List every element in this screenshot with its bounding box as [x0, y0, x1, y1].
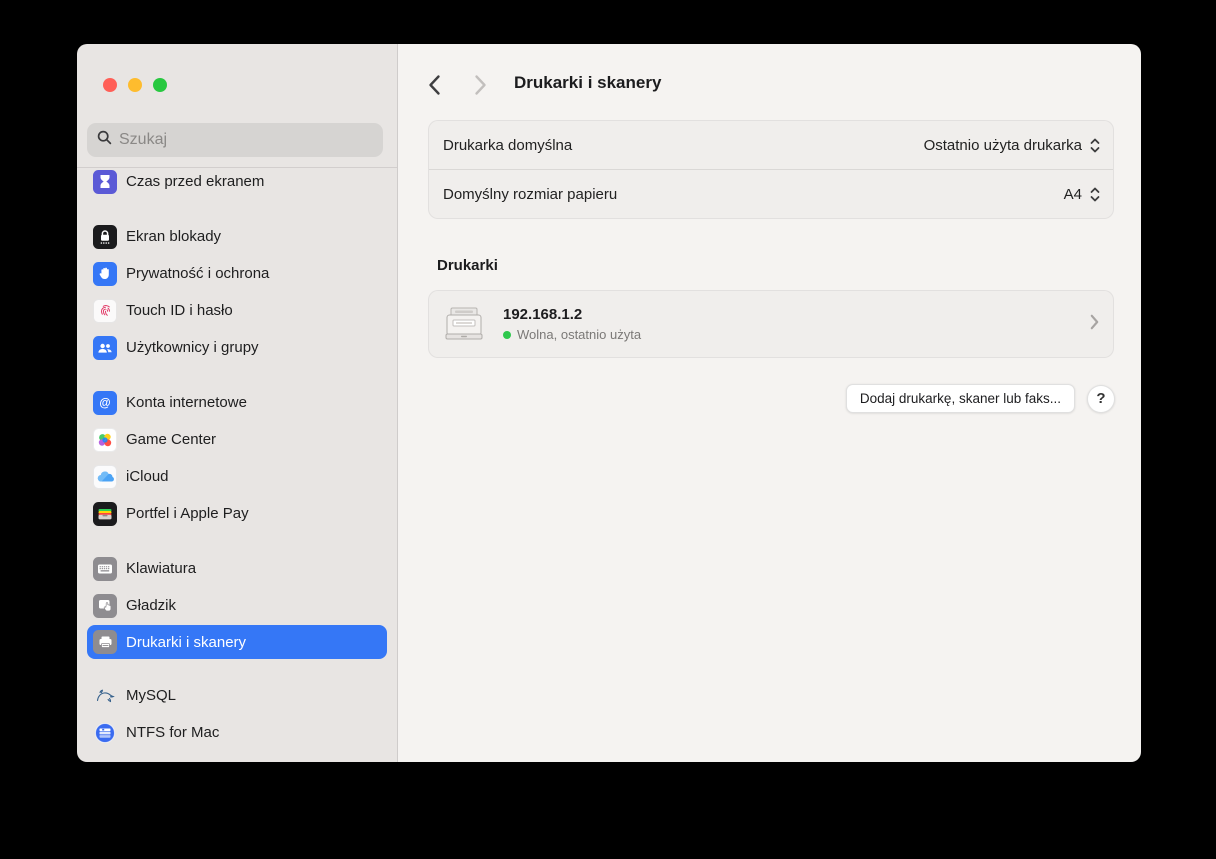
page-title: Drukarki i skanery: [514, 73, 662, 92]
fingerprint-icon: [93, 298, 117, 323]
default-paper-row: Domyślny rozmiar papieru A4: [429, 169, 1113, 218]
dolphin-icon: [93, 684, 117, 708]
sidebar-item-prywatnosc-i-ochrona[interactable]: Prywatność i ochrona: [87, 255, 387, 292]
sidebar-item-label: Game Center: [126, 431, 217, 448]
forward-chevron-icon[interactable]: [468, 72, 492, 98]
default-printer-label: Drukarka domyślna: [443, 136, 573, 154]
minimize-window-button[interactable]: [128, 78, 142, 92]
disk-icon: [93, 721, 117, 745]
search-icon: [97, 130, 112, 150]
sidebar-item-konta-internetowe[interactable]: @ Konta internetowe: [87, 384, 387, 421]
sidebar-item-label: Ekran blokady: [126, 228, 222, 245]
actions-row: Dodaj drukarkę, skaner lub faks... ?: [845, 384, 1115, 413]
sidebar-item-uzytkownicy-i-grupy[interactable]: Użytkownicy i grupy: [87, 329, 387, 366]
sidebar-item-ntfs-for-mac[interactable]: NTFS for Mac: [87, 714, 387, 751]
printer-row[interactable]: 192.168.1.2 Wolna, ostatnio użyta: [428, 290, 1114, 358]
sidebar-item-label: Gładzik: [126, 597, 177, 614]
add-printer-button[interactable]: Dodaj drukarkę, skaner lub faks...: [845, 384, 1075, 413]
sidebar-list: Czas przed ekranem Ekran blokady Prywatn…: [77, 167, 397, 762]
sidebar-item-game-center[interactable]: Game Center: [87, 421, 387, 458]
sidebar-item-gladzik[interactable]: Gładzik: [87, 587, 387, 624]
printer-icon: [93, 630, 117, 654]
at-icon: @: [93, 390, 117, 415]
printer-device-icon: [443, 304, 485, 344]
default-printer-row: Drukarka domyślna Ostatnio użyta drukark…: [429, 121, 1113, 169]
default-paper-label: Domyślny rozmiar papieru: [443, 185, 618, 203]
search-input[interactable]: Szukaj: [87, 123, 383, 157]
printer-status-text: Wolna, ostatnio użyta: [517, 327, 642, 342]
default-printer-select[interactable]: [1089, 137, 1101, 154]
nav-controls: [422, 72, 492, 98]
default-paper-select[interactable]: [1089, 186, 1101, 203]
sidebar-item-touch-id-i-haslo[interactable]: Touch ID i hasło: [87, 292, 387, 329]
defaults-card: Drukarka domyślna Ostatnio użyta drukark…: [428, 120, 1114, 219]
status-dot-icon: [503, 330, 511, 339]
sidebar-item-label: Czas przed ekranem: [126, 173, 265, 190]
system-settings-window: Szukaj Czas przed ekranem Ekran blokady: [77, 44, 1141, 762]
sidebar-item-label: Portfel i Apple Pay: [126, 505, 249, 522]
sidebar-item-label: Użytkownicy i grupy: [126, 339, 259, 356]
sidebar-item-label: NTFS for Mac: [126, 724, 220, 741]
printer-name: 192.168.1.2: [503, 306, 583, 323]
sidebar-item-label: MySQL: [126, 687, 177, 704]
traffic-lights: [103, 78, 167, 92]
sidebar-item-label: Klawiatura: [126, 560, 197, 577]
default-paper-value: A4: [1063, 185, 1082, 203]
hourglass-icon: [93, 169, 117, 194]
sidebar-item-portfel-i-apple-pay[interactable]: Portfel i Apple Pay: [87, 495, 387, 532]
sidebar-item-czas-przed-ekranem[interactable]: Czas przed ekranem: [87, 168, 387, 200]
sidebar-item-mysql[interactable]: MySQL: [87, 677, 387, 714]
sidebar-item-klawiatura[interactable]: Klawiatura: [87, 550, 387, 587]
wallet-icon: [93, 501, 117, 526]
sidebar-item-drukarki-i-skanery[interactable]: Drukarki i skanery: [87, 625, 387, 659]
printers-section-title: Drukarki: [437, 257, 498, 274]
search-placeholder: Szukaj: [119, 131, 168, 148]
chevron-right-icon: [1090, 314, 1099, 335]
game-center-icon: [93, 427, 117, 452]
help-button[interactable]: ?: [1087, 384, 1115, 413]
hand-icon: [93, 261, 117, 286]
cloud-icon: [93, 464, 117, 489]
sidebar-item-label: Touch ID i hasło: [126, 302, 233, 319]
back-chevron-icon[interactable]: [422, 72, 446, 98]
default-printer-value: Ostatnio użyta drukarka: [923, 136, 1082, 154]
trackpad-icon: [93, 593, 117, 618]
content-pane: Drukarki i skanery Drukarka domyślna Ost…: [398, 44, 1141, 762]
sidebar-item-icloud[interactable]: iCloud: [87, 458, 387, 495]
sidebar-item-label: Drukarki i skanery: [126, 633, 247, 651]
printer-status: Wolna, ostatnio użyta: [503, 327, 1082, 342]
users-icon: [93, 335, 117, 360]
sidebar-item-label: Prywatność i ochrona: [126, 265, 270, 282]
sidebar-item-label: Konta internetowe: [126, 394, 247, 411]
lock-icon: [93, 224, 117, 249]
svg-text:@: @: [99, 397, 110, 409]
keyboard-icon: [93, 556, 117, 581]
sidebar-item-label: iCloud: [126, 468, 169, 485]
sidebar-item-ekran-blokady[interactable]: Ekran blokady: [87, 218, 387, 255]
printer-info: 192.168.1.2 Wolna, ostatnio użyta: [503, 306, 1082, 342]
sidebar: Szukaj Czas przed ekranem Ekran blokady: [77, 44, 398, 762]
zoom-window-button[interactable]: [153, 78, 167, 92]
close-window-button[interactable]: [103, 78, 117, 92]
